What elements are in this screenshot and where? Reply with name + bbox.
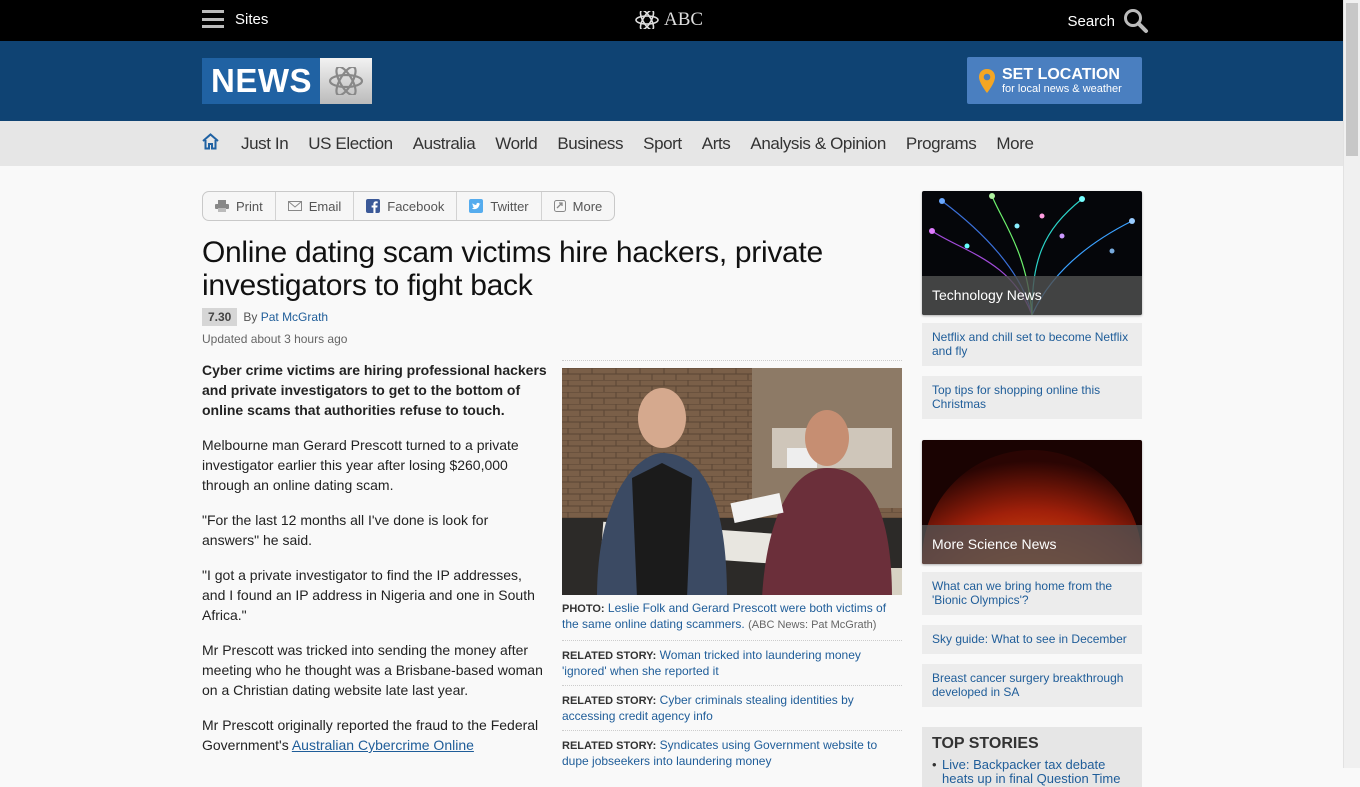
- nav-item-arts[interactable]: Arts: [702, 134, 731, 154]
- sites-menu-button[interactable]: Sites: [202, 10, 268, 28]
- article-headline: Online dating scam victims hire hackers,…: [202, 236, 823, 302]
- photo-credit: (ABC News: Pat McGrath): [748, 619, 877, 631]
- science-news-label: More Science News: [922, 525, 1142, 564]
- photo-label: PHOTO:: [562, 603, 605, 615]
- sidebar-link[interactable]: What can we bring home from the 'Bionic …: [922, 572, 1142, 615]
- related-story-label: RELATED STORY:: [562, 695, 657, 707]
- sidebar-link[interactable]: Sky guide: What to see in December: [922, 625, 1142, 654]
- sidebar-link-text[interactable]: Top tips for shopping online this Christ…: [932, 383, 1100, 411]
- facebook-button[interactable]: Facebook: [354, 192, 458, 220]
- twitter-icon: [469, 199, 484, 213]
- location-pin-icon: [979, 68, 995, 93]
- nav-item-more[interactable]: More: [996, 134, 1034, 154]
- photo-illustration: [562, 368, 902, 595]
- share-more-button[interactable]: More: [542, 192, 615, 220]
- page-scrollbar[interactable]: [1343, 0, 1360, 768]
- twitter-button[interactable]: Twitter: [457, 192, 542, 220]
- cybercrime-online-link[interactable]: Australian Cybercrime Online: [292, 737, 474, 753]
- site-header: NEWS SET LOCATION for local news & weath…: [0, 41, 1343, 121]
- abc-logo[interactable]: ABC: [634, 9, 703, 31]
- share-bar: Print Email Facebook Twitter More: [202, 191, 616, 221]
- science-news-promo[interactable]: More Science News: [922, 440, 1142, 564]
- email-button[interactable]: Email: [276, 192, 355, 220]
- abc-wordmark: ABC: [664, 9, 704, 30]
- article-paragraph: "I got a private investigator to find th…: [202, 567, 535, 623]
- search-label: Search: [1067, 12, 1115, 30]
- technology-news-label: Technology News: [922, 276, 1142, 315]
- related-story-label: RELATED STORY:: [562, 740, 657, 752]
- facebook-label: Facebook: [387, 198, 445, 214]
- top-bar: Sites ABC Search: [0, 0, 1343, 41]
- set-location-subtitle: for local news & weather: [1002, 82, 1122, 95]
- main-nav: Just In US Election Australia World Busi…: [0, 121, 1343, 166]
- search-icon: [1124, 9, 1148, 33]
- twitter-label: Twitter: [490, 198, 529, 214]
- sidebar-link[interactable]: Netflix and chill set to become Netflix …: [922, 323, 1142, 366]
- sidebar-link[interactable]: Breast cancer surgery breakthrough devel…: [922, 664, 1142, 707]
- home-icon: [202, 133, 219, 150]
- nav-item-us-election[interactable]: US Election: [308, 134, 393, 154]
- set-location-title: SET LOCATION: [1002, 65, 1120, 83]
- sidebar-link[interactable]: Top tips for shopping online this Christ…: [922, 376, 1142, 419]
- abc-lissajous-icon: [635, 11, 659, 29]
- program-tag[interactable]: 7.30: [202, 308, 238, 326]
- abc-news-logo[interactable]: NEWS: [202, 58, 372, 104]
- sidebar-link-text[interactable]: Breast cancer surgery breakthrough devel…: [932, 671, 1123, 699]
- top-stories: TOP STORIES Live: Backpacker tax debate …: [922, 727, 1142, 787]
- top-story-item[interactable]: Live: Backpacker tax debate heats up in …: [932, 758, 1132, 786]
- share-more-label: More: [572, 198, 603, 214]
- print-button[interactable]: Print: [203, 192, 276, 220]
- print-icon: [215, 200, 229, 212]
- sidebar-link-text[interactable]: What can we bring home from the 'Bionic …: [932, 579, 1112, 607]
- article-body: Cyber crime victims are hiring professio…: [202, 360, 547, 770]
- print-label: Print: [236, 198, 263, 214]
- sidebar-link-text[interactable]: Sky guide: What to see in December: [932, 632, 1127, 646]
- nav-item-australia[interactable]: Australia: [413, 134, 476, 154]
- nav-home[interactable]: [202, 133, 219, 155]
- article-paragraph: Melbourne man Gerard Prescott turned to …: [202, 437, 519, 493]
- by-label: By: [243, 310, 258, 324]
- nav-item-world[interactable]: World: [495, 134, 537, 154]
- news-wordmark: NEWS: [202, 58, 320, 104]
- nav-item-business[interactable]: Business: [557, 134, 623, 154]
- nav-item-sport[interactable]: Sport: [643, 134, 682, 154]
- byline: 7.30 By Pat McGrath: [202, 308, 328, 326]
- facebook-icon: [366, 199, 381, 213]
- top-stories-title: TOP STORIES: [932, 735, 1039, 752]
- related-story-label: RELATED STORY:: [562, 650, 657, 662]
- technology-news-promo[interactable]: Technology News: [922, 191, 1142, 315]
- email-label: Email: [308, 198, 342, 214]
- nav-item-analysis-opinion[interactable]: Analysis & Opinion: [750, 134, 886, 154]
- author-link[interactable]: Pat McGrath: [261, 310, 328, 324]
- related-story: RELATED STORY: Cyber criminals stealing …: [562, 685, 902, 730]
- sidebar-link-text[interactable]: Netflix and chill set to become Netflix …: [932, 330, 1128, 358]
- scrollbar-thumb[interactable]: [1346, 3, 1358, 156]
- nav-item-programs[interactable]: Programs: [906, 134, 977, 154]
- photo-column: PHOTO: Leslie Folk and Gerard Prescott w…: [562, 360, 902, 775]
- email-icon: [287, 201, 302, 211]
- article-paragraph: Mr Prescott originally reported the frau…: [202, 715, 547, 755]
- set-location-button[interactable]: SET LOCATION for local news & weather: [967, 57, 1142, 104]
- related-story: RELATED STORY: Woman tricked into launde…: [562, 640, 902, 685]
- sites-label: Sites: [235, 10, 269, 28]
- article-paragraph: "For the last 12 months all I've done is…: [202, 512, 489, 548]
- related-story: RELATED STORY: Syndicates using Governme…: [562, 730, 902, 775]
- nav-item-just-in[interactable]: Just In: [241, 134, 289, 154]
- article-lead: Cyber crime victims are hiring professio…: [202, 362, 547, 418]
- share-icon: [553, 200, 566, 212]
- sidebar: Technology News Netflix and chill set to…: [922, 191, 1142, 787]
- article-paragraph: Mr Prescott was tricked into sending the…: [202, 642, 543, 698]
- photo-caption: PHOTO: Leslie Folk and Gerard Prescott w…: [562, 601, 902, 640]
- abc-logo-icon: [320, 58, 372, 104]
- search-button[interactable]: Search: [1067, 8, 1149, 34]
- updated-timestamp: Updated about 3 hours ago: [202, 332, 348, 346]
- hamburger-icon: [202, 10, 224, 28]
- top-story-link[interactable]: Live: Backpacker tax debate heats up in …: [942, 757, 1121, 786]
- article-photo[interactable]: [562, 368, 902, 595]
